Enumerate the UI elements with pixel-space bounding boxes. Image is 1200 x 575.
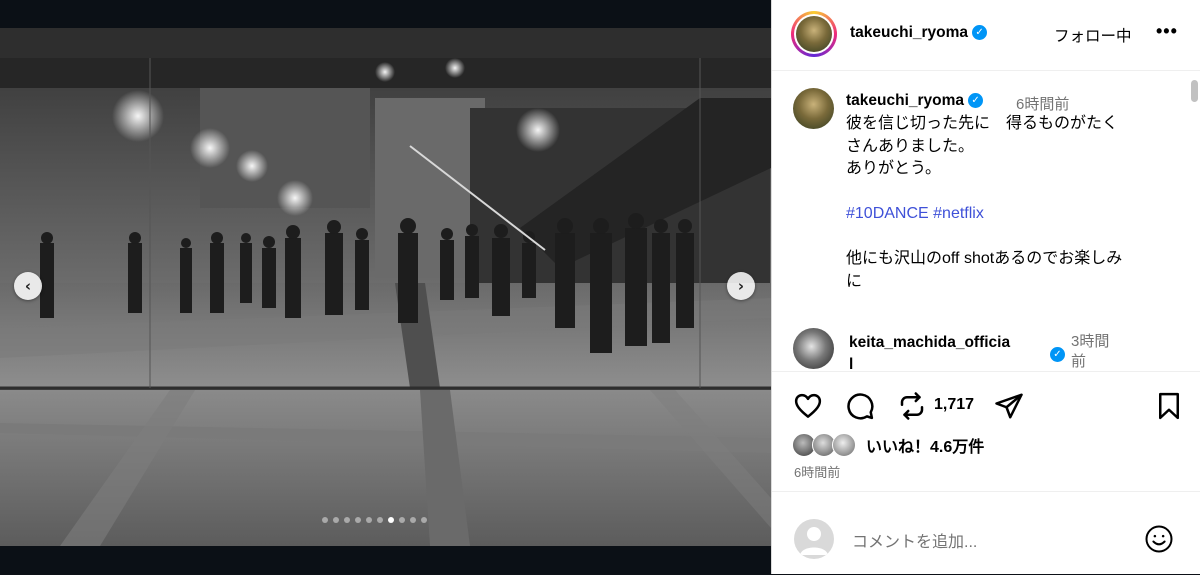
likes-count[interactable]: いいね！4.6万件 <box>866 433 984 457</box>
caption-line: さんありました。 <box>846 137 975 155</box>
caption-line: 彼を信じ切った先に 得るものがたく <box>846 115 1119 132</box>
carousel-prev-button[interactable]: ‹ <box>14 272 42 300</box>
viewer-avatar <box>794 519 834 559</box>
comment-avatar[interactable] <box>793 328 834 369</box>
comment-time-line: 前 <box>1071 353 1087 370</box>
repost-icon[interactable] <box>897 391 927 421</box>
add-comment-bar: コメントを追加... <box>772 491 1200 575</box>
comment-time: 3時間 前 <box>1071 332 1131 371</box>
comment-username: keita_machida_officia <box>849 334 1011 351</box>
post-actions: 1,717 いいね！4.6万件 6時間前 <box>772 371 1200 492</box>
comment-icon[interactable] <box>845 391 875 421</box>
post-header: takeuchi_ryoma ✓ フォロー中 ••• <box>772 0 1200 71</box>
caption-line: 他にも沢山のoff shotあるのでお楽しみ <box>846 250 1123 267</box>
chevron-left-icon: ‹ <box>24 277 32 295</box>
author-username: takeuchi_ryoma <box>850 24 969 41</box>
verified-badge-icon: ✓ <box>972 25 988 41</box>
liker-avatar <box>832 433 856 457</box>
media-viewer: ‹ › <box>0 0 771 574</box>
comment-time-line: 3時間 <box>1071 333 1110 350</box>
verified-badge-icon: ✓ <box>968 93 984 109</box>
caption-line: に <box>846 272 863 290</box>
carousel-dots <box>322 517 427 523</box>
post-side-panel: takeuchi_ryoma ✓ フォロー中 ••• takeuchi_ryoma… <box>771 0 1200 574</box>
comment-input[interactable]: コメントを追加... <box>852 528 977 552</box>
instagram-post-modal: ‹ › takeuchi_ryoma ✓ フォロー中 ••• takeuchi_r… <box>0 0 1200 574</box>
scrollbar[interactable] <box>1190 78 1198 370</box>
carousel-dot <box>399 517 405 523</box>
caption-line: ありがとう。 <box>846 160 942 177</box>
carousel-dot <box>410 517 416 523</box>
carousel-dot <box>355 517 361 523</box>
caption-text: 彼を信じ切った先に 得るものがたく さんありました。 ありがとう。 #10DAN… <box>846 113 1166 293</box>
carousel-dot <box>322 517 328 523</box>
photo-dance-studio <box>0 28 771 546</box>
chevron-right-icon: › <box>737 277 745 295</box>
verified-badge-icon: ✓ <box>1050 347 1065 362</box>
share-icon[interactable] <box>994 391 1024 421</box>
liker-avatars[interactable] <box>792 433 860 457</box>
emoji-icon[interactable] <box>1144 524 1174 554</box>
heart-icon[interactable] <box>793 391 823 421</box>
comment-username-link[interactable]: keita_machida_officia l <box>849 332 1047 371</box>
post-photo <box>0 28 771 546</box>
caption-username: takeuchi_ryoma <box>846 92 965 109</box>
author-username-link[interactable]: takeuchi_ryoma ✓ <box>850 24 988 42</box>
comments-scroll-area[interactable]: takeuchi_ryoma ✓ 6時間前 彼を信じ切った先に 得るものがたく さ… <box>772 71 1200 371</box>
carousel-dot <box>388 517 394 523</box>
caption-username-link[interactable]: takeuchi_ryoma ✓ <box>846 92 984 110</box>
carousel-dot <box>344 517 350 523</box>
bookmark-icon[interactable] <box>1154 391 1184 421</box>
carousel-dot <box>377 517 383 523</box>
carousel-dot <box>421 517 427 523</box>
carousel-dot <box>333 517 339 523</box>
post-timestamp: 6時間前 <box>794 465 841 480</box>
caption-hashtags[interactable]: #10DANCE #netflix <box>846 203 1166 226</box>
caption-avatar[interactable] <box>793 88 834 129</box>
caption-time: 6時間前 <box>1016 96 1070 113</box>
repost-count: 1,717 <box>934 396 975 413</box>
carousel-dot <box>366 517 372 523</box>
more-options-icon[interactable]: ••• <box>1156 21 1178 42</box>
following-button[interactable]: フォロー中 <box>1054 24 1132 46</box>
author-avatar[interactable] <box>791 11 837 57</box>
carousel-next-button[interactable]: › <box>727 272 755 300</box>
comment-username-tail: l <box>849 356 854 371</box>
